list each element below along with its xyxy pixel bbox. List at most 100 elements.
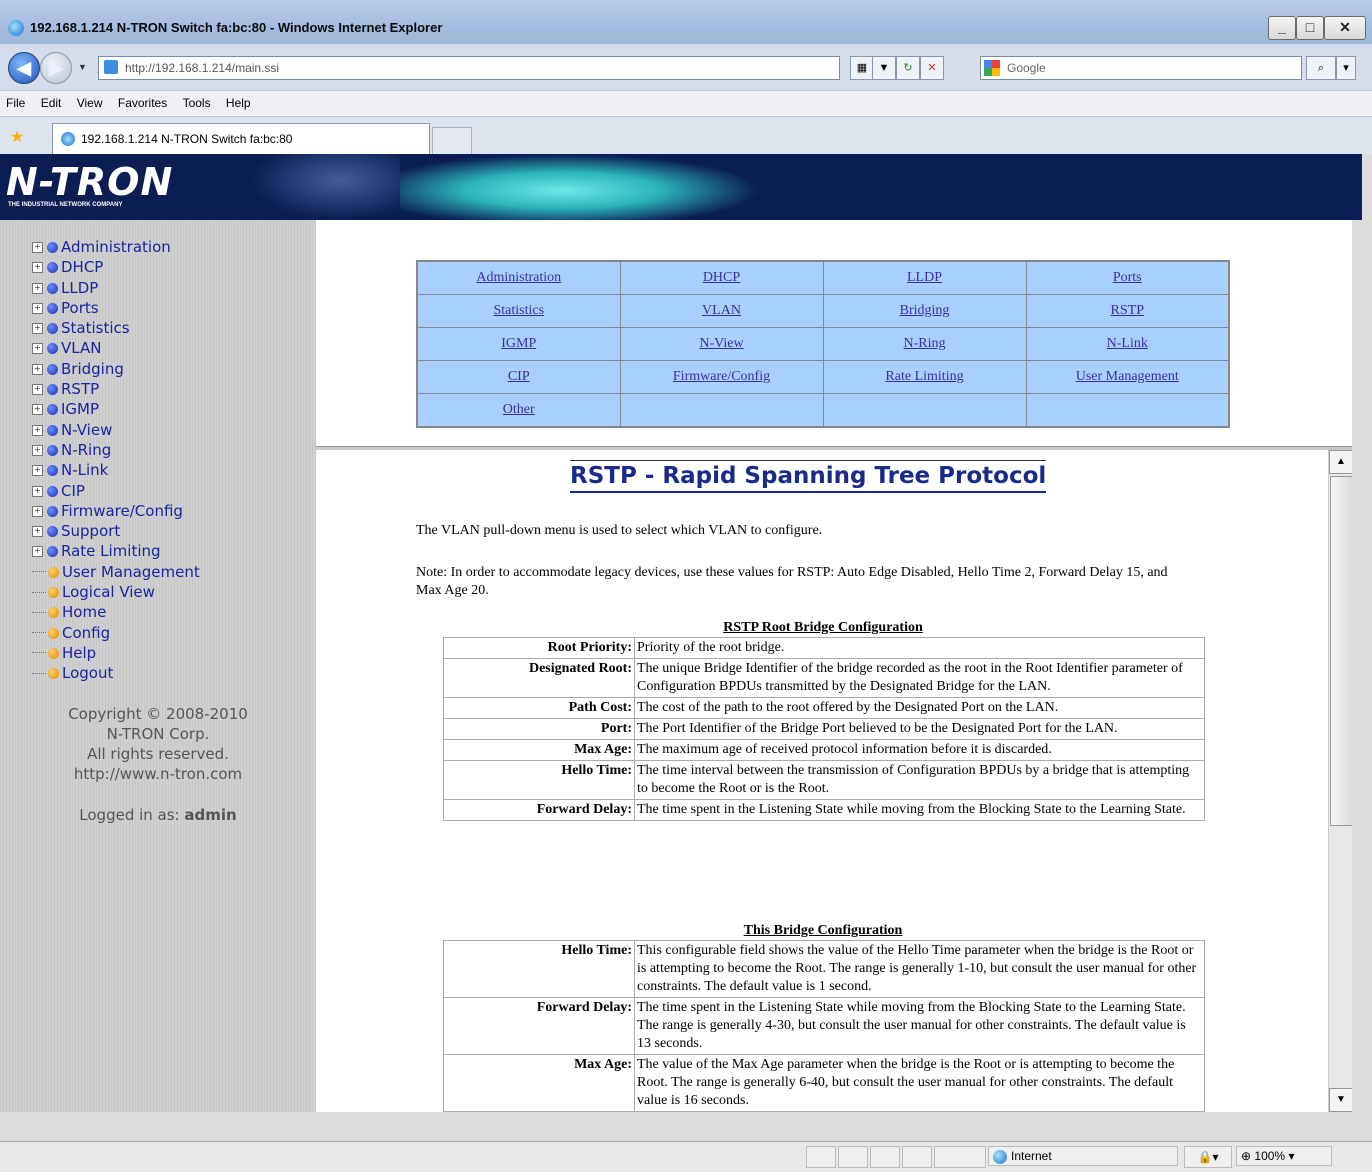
nav-grid-cell[interactable]: Administration [416,260,621,295]
nav-link-other[interactable]: Other [503,402,535,417]
expand-icon[interactable]: + [32,282,43,294]
sidebar-item-label[interactable]: Logout [62,664,113,682]
sidebar-item-label[interactable]: CIP [61,482,85,500]
expand-icon[interactable]: + [32,343,43,355]
address-bar[interactable]: http://192.168.1.214/main.ssi [98,56,840,80]
sidebar-item-label[interactable]: User Management [62,563,200,581]
expand-icon[interactable]: + [32,465,43,477]
sidebar-item-n-ring[interactable]: + N-Ring [32,441,200,461]
sidebar-item-home[interactable]: Home [32,603,200,623]
nav-link-rate-limiting[interactable]: Rate Limiting [885,369,963,384]
menu-favorites[interactable]: Favorites [112,91,173,110]
nav-link-dhcp[interactable]: DHCP [703,270,740,285]
search-input[interactable]: Google [980,56,1302,80]
sidebar-item-label[interactable]: Support [61,522,120,540]
sidebar-item-help[interactable]: Help [32,644,200,664]
expand-icon[interactable]: + [32,262,43,274]
history-dropdown-icon[interactable]: ▼ [78,62,87,72]
protected-mode-icon[interactable]: 🔒▾ [1184,1146,1232,1168]
nav-link-n-link[interactable]: N-Link [1107,336,1148,351]
sidebar-item-label[interactable]: N-Ring [61,441,111,459]
sidebar-item-statistics[interactable]: + Statistics [32,319,200,339]
expand-icon[interactable]: + [32,363,43,375]
sidebar-item-n-link[interactable]: + N-Link [32,461,200,481]
sidebar-item-firmware-config[interactable]: + Firmware/Config [32,502,200,522]
expand-icon[interactable]: + [32,404,43,416]
sidebar-item-n-view[interactable]: + N-View [32,421,200,441]
nav-link-bridging[interactable]: Bridging [900,303,950,318]
refresh-icon[interactable]: ↻ [896,56,920,80]
vertical-scrollbar[interactable]: ▲ ▼ [1328,450,1353,1112]
security-zone[interactable]: Internet [988,1146,1178,1166]
sidebar-item-label[interactable]: RSTP [61,380,99,398]
nav-grid-cell[interactable]: Rate Limiting [822,360,1027,394]
expand-icon[interactable]: + [32,505,43,517]
stop-icon[interactable]: ✕ [920,56,944,80]
zoom-dropdown-icon[interactable]: ▾ [1288,1149,1294,1163]
nav-grid-cell[interactable]: IGMP [416,327,621,361]
forward-button[interactable]: ▶ [40,52,72,84]
scroll-thumb[interactable] [1330,476,1353,826]
browser-tab[interactable]: 192.168.1.214 N-TRON Switch fa:bc:80 [52,123,430,155]
nav-link-lldp[interactable]: LLDP [907,270,942,285]
menu-file[interactable]: File [0,91,31,110]
sidebar-item-label[interactable]: VLAN [61,339,101,357]
nav-grid-cell[interactable]: N-View [619,327,824,361]
url-text[interactable]: http://192.168.1.214/main.ssi [125,61,279,75]
zoom-control[interactable]: ⊕ 100% ▾ [1236,1146,1332,1166]
nav-grid-cell[interactable]: Other [416,393,621,428]
nav-grid-cell[interactable]: VLAN [619,294,824,328]
sidebar-item-label[interactable]: Help [62,644,96,662]
expand-icon[interactable]: + [32,444,43,456]
expand-icon[interactable]: + [32,526,43,538]
nav-link-n-view[interactable]: N-View [699,336,743,351]
nav-grid-cell[interactable]: Bridging [822,294,1027,328]
nav-link-vlan[interactable]: VLAN [702,303,741,318]
sidebar-item-label[interactable]: Rate Limiting [61,542,161,560]
nav-grid-cell[interactable]: Ports [1025,260,1230,295]
sidebar-item-label[interactable]: N-Link [61,461,108,479]
nav-link-igmp[interactable]: IGMP [501,336,536,351]
nav-grid-cell[interactable]: User Management [1025,360,1230,394]
nav-grid-cell[interactable]: Statistics [416,294,621,328]
sidebar-item-rate-limiting[interactable]: + Rate Limiting [32,542,200,562]
expand-icon[interactable]: + [32,302,43,314]
expand-icon[interactable]: + [32,384,43,396]
menu-view[interactable]: View [71,91,109,110]
sidebar-item-logical-view[interactable]: Logical View [32,583,200,603]
nav-grid-cell[interactable]: DHCP [619,260,824,295]
sidebar-item-igmp[interactable]: + IGMP [32,400,200,420]
sidebar-item-label[interactable]: Statistics [61,319,130,337]
sidebar-item-label[interactable]: Ports [61,299,99,317]
nav-grid-cell[interactable]: N-Ring [822,327,1027,361]
sidebar-item-label[interactable]: Config [62,624,110,642]
nav-grid-cell[interactable]: LLDP [822,260,1027,295]
nav-link-statistics[interactable]: Statistics [493,303,544,318]
scroll-up-button[interactable]: ▲ [1329,450,1353,474]
sidebar-item-lldp[interactable]: + LLDP [32,279,200,299]
maximize-button[interactable]: □ [1296,16,1324,40]
sidebar-item-label[interactable]: Logical View [62,583,155,601]
expand-icon[interactable]: + [32,424,43,436]
nav-grid-cell[interactable]: Firmware/Config [619,360,824,394]
sidebar-item-bridging[interactable]: + Bridging [32,360,200,380]
sidebar-item-label[interactable]: Firmware/Config [61,502,183,520]
nav-link-administration[interactable]: Administration [476,270,561,285]
sidebar-item-ports[interactable]: + Ports [32,299,200,319]
search-options-icon[interactable]: ▾ [1336,56,1356,80]
menu-help[interactable]: Help [220,91,257,110]
menu-tools[interactable]: Tools [177,91,217,110]
nav-link-ports[interactable]: Ports [1113,270,1142,285]
sidebar-item-config[interactable]: Config [32,624,200,644]
sidebar-item-label[interactable]: Home [62,603,106,621]
favorites-star-icon[interactable]: ★ [10,127,24,147]
sidebar-item-dhcp[interactable]: + DHCP [32,258,200,278]
sidebar-item-label[interactable]: IGMP [61,400,99,418]
expand-icon[interactable]: + [32,485,43,497]
nav-grid-cell[interactable]: CIP [416,360,621,394]
nav-link-cip[interactable]: CIP [508,369,530,384]
sidebar-item-logout[interactable]: Logout [32,664,200,684]
address-dropdown-icon[interactable]: ▼ [872,56,896,80]
sidebar-item-support[interactable]: + Support [32,522,200,542]
nav-link-firmware-config[interactable]: Firmware/Config [673,369,770,384]
